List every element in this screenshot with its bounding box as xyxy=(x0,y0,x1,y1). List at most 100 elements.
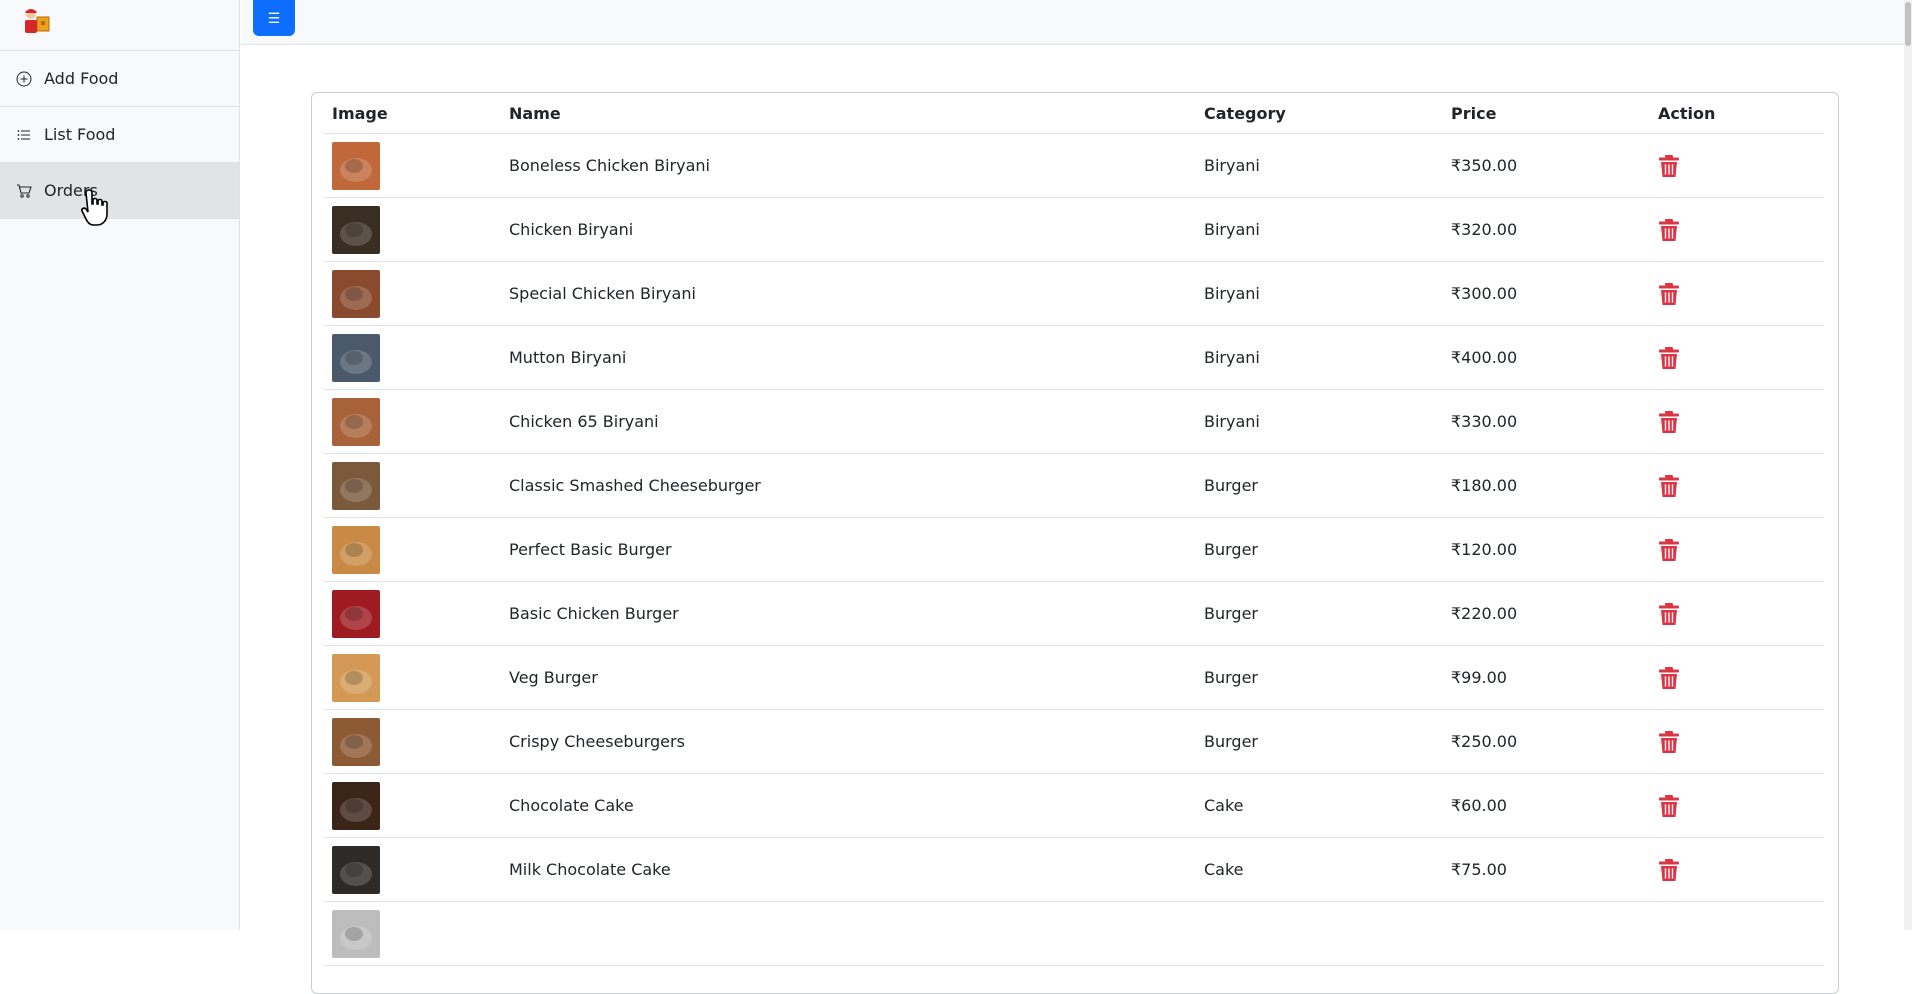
table-row: Crispy Cheeseburgers Burger ₹250.00 xyxy=(324,709,1824,774)
top-bar: ☰ xyxy=(241,0,1912,45)
table-row: Perfect Basic Burger Burger ₹120.00 xyxy=(324,517,1824,582)
image-cell xyxy=(324,197,501,262)
food-name: Chocolate Cake xyxy=(501,773,1196,838)
list-icon xyxy=(16,127,32,143)
sidebar-item-label: List Food xyxy=(44,125,116,144)
trash-icon[interactable] xyxy=(1658,730,1680,754)
trash-icon[interactable] xyxy=(1658,858,1680,882)
header-image: Image xyxy=(324,93,501,134)
image-cell xyxy=(324,709,501,774)
action-cell xyxy=(1650,133,1824,198)
food-name: Veg Burger xyxy=(501,645,1196,710)
food-category: Burger xyxy=(1196,453,1443,518)
food-name: Chicken Biryani xyxy=(501,197,1196,262)
food-category: Biryani xyxy=(1196,133,1443,198)
header-action: Action xyxy=(1650,93,1824,134)
food-thumbnail xyxy=(332,397,380,446)
food-price: ₹120.00 xyxy=(1443,517,1650,582)
food-category: Biryani xyxy=(1196,389,1443,454)
food-thumbnail xyxy=(332,205,380,254)
header-name: Name xyxy=(501,93,1196,134)
header-price: Price xyxy=(1443,93,1650,134)
table-row: Chicken Biryani Biryani ₹320.00 xyxy=(324,197,1824,262)
sidebar-item-orders[interactable]: Orders xyxy=(0,163,239,219)
food-name: Classic Smashed Cheeseburger xyxy=(501,453,1196,518)
action-cell xyxy=(1650,389,1824,454)
food-category: Biryani xyxy=(1196,261,1443,326)
table-row: Veg Burger Burger ₹99.00 xyxy=(324,645,1824,710)
image-cell xyxy=(324,389,501,454)
food-name: Perfect Basic Burger xyxy=(501,517,1196,582)
food-thumbnail xyxy=(332,589,380,638)
menu-toggle-button[interactable]: ☰ xyxy=(253,0,295,36)
food-price xyxy=(1443,901,1650,966)
food-name: Milk Chocolate Cake xyxy=(501,837,1196,902)
trash-icon[interactable] xyxy=(1658,794,1680,818)
trash-icon[interactable] xyxy=(1658,602,1680,626)
sidebar: Add Food List Food Orders xyxy=(0,0,240,930)
trash-icon[interactable] xyxy=(1658,282,1680,306)
page-scrollbar[interactable] xyxy=(1904,0,1912,930)
action-cell xyxy=(1650,645,1824,710)
action-cell xyxy=(1650,453,1824,518)
food-category: Cake xyxy=(1196,773,1443,838)
food-thumbnail xyxy=(332,525,380,574)
action-cell xyxy=(1650,517,1824,582)
action-cell xyxy=(1650,325,1824,390)
trash-icon[interactable] xyxy=(1658,410,1680,434)
image-cell xyxy=(324,453,501,518)
food-category: Burger xyxy=(1196,709,1443,774)
table-row: Chocolate Cake Cake ₹60.00 xyxy=(324,773,1824,838)
trash-icon[interactable] xyxy=(1658,346,1680,370)
food-name: Boneless Chicken Biryani xyxy=(501,133,1196,198)
food-category: Cake xyxy=(1196,837,1443,902)
sidebar-item-add-food[interactable]: Add Food xyxy=(0,51,239,107)
trash-icon[interactable] xyxy=(1658,474,1680,498)
trash-icon[interactable] xyxy=(1658,538,1680,562)
delivery-person-logo[interactable] xyxy=(20,5,52,37)
food-price: ₹250.00 xyxy=(1443,709,1650,774)
action-cell xyxy=(1650,261,1824,326)
food-thumbnail xyxy=(332,781,380,830)
food-price: ₹180.00 xyxy=(1443,453,1650,518)
food-name: Mutton Biryani xyxy=(501,325,1196,390)
table-header-row: Image Name Category Price Action xyxy=(324,93,1824,134)
trash-icon[interactable] xyxy=(1658,154,1680,178)
action-cell xyxy=(1650,901,1824,966)
brand xyxy=(0,0,239,51)
food-category: Burger xyxy=(1196,581,1443,646)
food-price: ₹99.00 xyxy=(1443,645,1650,710)
image-cell xyxy=(324,773,501,838)
food-price: ₹320.00 xyxy=(1443,197,1650,262)
action-cell xyxy=(1650,197,1824,262)
action-cell xyxy=(1650,709,1824,774)
sidebar-item-label: Orders xyxy=(44,181,98,200)
food-price: ₹75.00 xyxy=(1443,837,1650,902)
sidebar-item-list-food[interactable]: List Food xyxy=(0,107,239,163)
table-row: Basic Chicken Burger Burger ₹220.00 xyxy=(324,581,1824,646)
food-thumbnail xyxy=(332,141,380,190)
trash-icon[interactable] xyxy=(1658,666,1680,690)
table-row xyxy=(324,901,1824,966)
food-price: ₹350.00 xyxy=(1443,133,1650,198)
header-category: Category xyxy=(1196,93,1443,134)
food-table: Image Name Category Price Action Boneles… xyxy=(324,93,1824,966)
table-row: Special Chicken Biryani Biryani ₹300.00 xyxy=(324,261,1824,326)
cart-icon xyxy=(16,183,32,199)
action-cell xyxy=(1650,581,1824,646)
table-row: Classic Smashed Cheeseburger Burger ₹180.0… xyxy=(324,453,1824,518)
food-category xyxy=(1196,901,1443,966)
table-row: Chicken 65 Biryani Biryani ₹330.00 xyxy=(324,389,1824,454)
food-thumbnail xyxy=(332,653,380,702)
image-cell xyxy=(324,901,501,966)
image-cell xyxy=(324,133,501,198)
food-name: Basic Chicken Burger xyxy=(501,581,1196,646)
table-row: Boneless Chicken Biryani Biryani ₹350.00 xyxy=(324,133,1824,198)
food-price: ₹220.00 xyxy=(1443,581,1650,646)
trash-icon[interactable] xyxy=(1658,218,1680,242)
image-cell xyxy=(324,325,501,390)
food-thumbnail xyxy=(332,845,380,894)
main-content: Image Name Category Price Action Boneles… xyxy=(241,45,1912,994)
sidebar-item-label: Add Food xyxy=(44,69,119,88)
scrollbar-thumb[interactable] xyxy=(1905,2,1911,46)
